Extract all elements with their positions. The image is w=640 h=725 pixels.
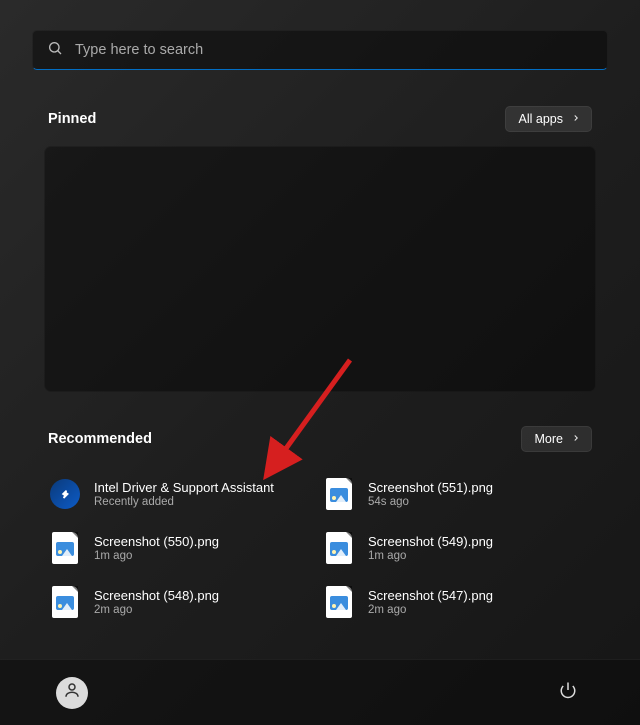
recommended-item-subtitle: Recently added [94,496,274,508]
recommended-item[interactable]: Intel Driver & Support AssistantRecently… [50,476,316,512]
recommended-item-text: Intel Driver & Support AssistantRecently… [94,480,274,508]
recommended-item[interactable]: Screenshot (547).png2m ago [324,584,590,620]
recommended-item-title: Screenshot (551).png [368,480,493,495]
recommended-item-title: Screenshot (548).png [94,588,219,603]
more-button[interactable]: More [521,426,592,452]
recommended-item[interactable]: Screenshot (548).png2m ago [50,584,316,620]
recommended-item[interactable]: Screenshot (549).png1m ago [324,530,590,566]
image-file-icon [324,533,354,563]
intel-icon [50,479,80,509]
pinned-header: Pinned All apps [32,106,608,132]
user-icon [63,681,81,704]
image-file-icon [50,533,80,563]
user-account-button[interactable] [56,677,88,709]
image-file-icon [50,587,80,617]
recommended-item[interactable]: Screenshot (551).png54s ago [324,476,590,512]
pinned-apps-area [44,146,596,392]
recommended-item-subtitle: 1m ago [94,550,219,562]
power-icon [559,681,577,704]
recommended-item-subtitle: 2m ago [94,604,219,616]
search-icon [47,40,63,61]
recommended-item-subtitle: 54s ago [368,496,493,508]
recommended-item-title: Screenshot (547).png [368,588,493,603]
recommended-item-text: Screenshot (551).png54s ago [368,480,493,508]
recommended-item-text: Screenshot (547).png2m ago [368,588,493,616]
pinned-title: Pinned [48,111,96,127]
recommended-header: Recommended More [32,426,608,452]
power-button[interactable] [552,677,584,709]
image-file-icon [324,479,354,509]
recommended-item-text: Screenshot (548).png2m ago [94,588,219,616]
recommended-item[interactable]: Screenshot (550).png1m ago [50,530,316,566]
start-footer [0,659,640,725]
recommended-item-title: Intel Driver & Support Assistant [94,480,274,495]
all-apps-label: All apps [519,112,563,126]
chevron-right-icon [571,112,581,126]
recommended-item-title: Screenshot (550).png [94,534,219,549]
search-box[interactable] [32,30,608,70]
recommended-item-text: Screenshot (550).png1m ago [94,534,219,562]
recommended-title: Recommended [48,431,152,447]
recommended-grid: Intel Driver & Support AssistantRecently… [32,466,608,620]
more-label: More [535,432,563,446]
recommended-item-title: Screenshot (549).png [368,534,493,549]
recommended-item-subtitle: 1m ago [368,550,493,562]
all-apps-button[interactable]: All apps [505,106,592,132]
recommended-item-text: Screenshot (549).png1m ago [368,534,493,562]
chevron-right-icon [571,432,581,446]
search-input[interactable] [75,42,593,58]
image-file-icon [324,587,354,617]
recommended-item-subtitle: 2m ago [368,604,493,616]
